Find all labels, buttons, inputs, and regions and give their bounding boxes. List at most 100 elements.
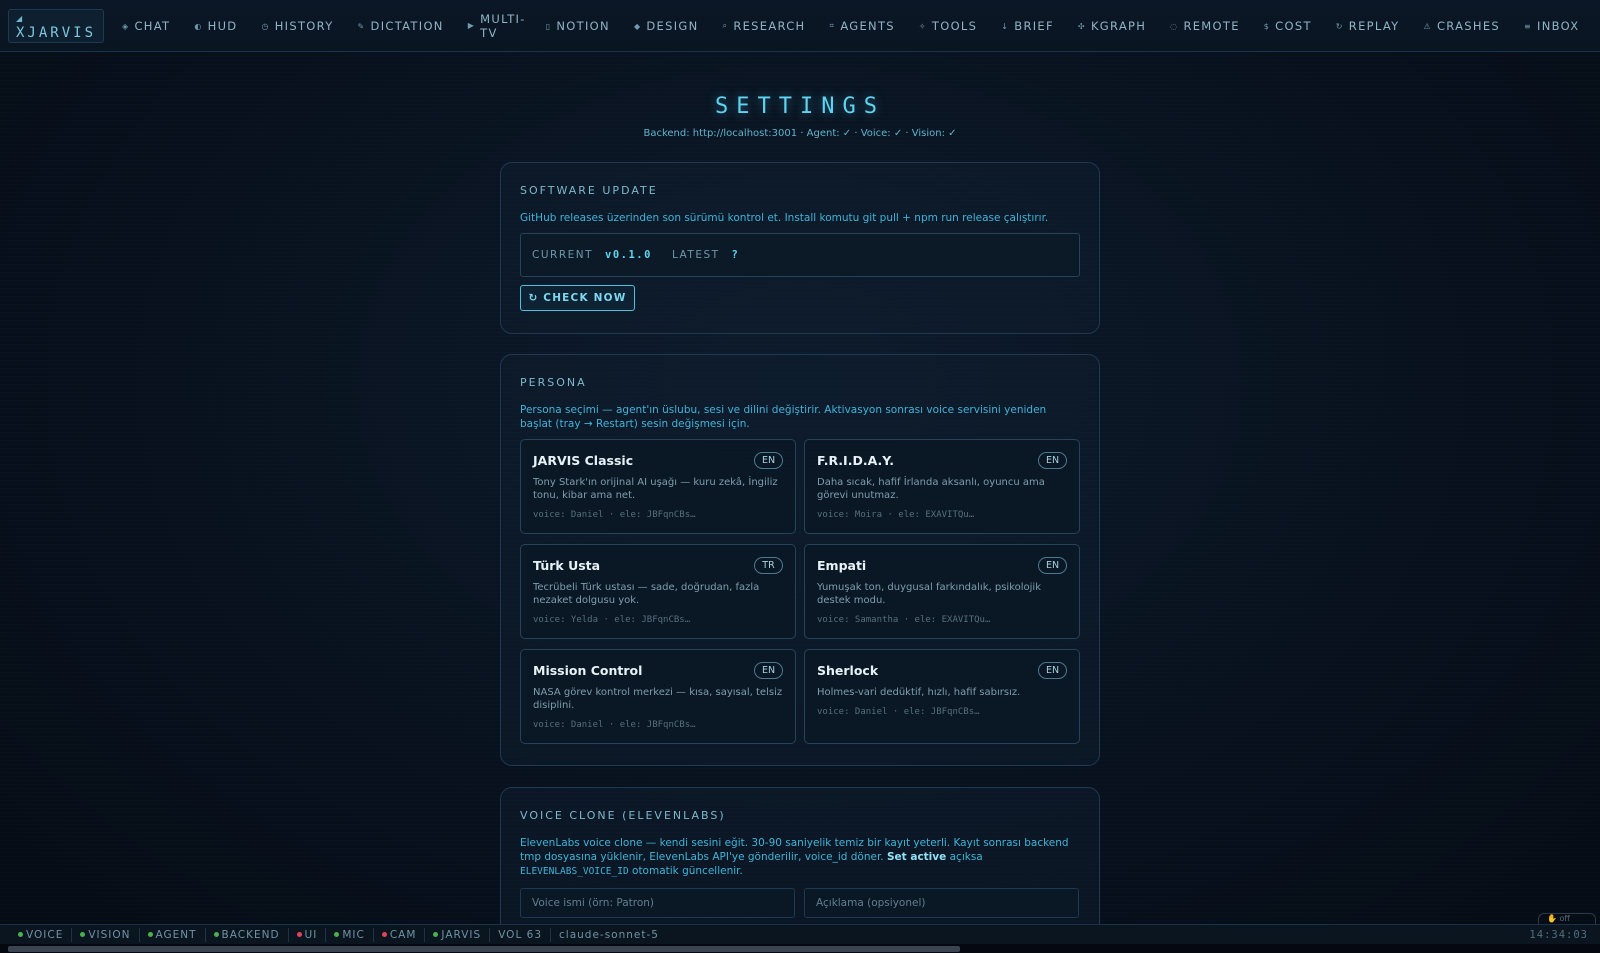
nav-tab-brief[interactable]: ↓ BRIEF: [1001, 19, 1054, 33]
nav-tab-design[interactable]: ◆ DESIGN: [634, 19, 699, 33]
persona-card[interactable]: JARVIS Classic EN Tony Stark'ın orijinal A…: [520, 439, 796, 534]
nav-tab-agents[interactable]: ⌗ AGENTS: [830, 19, 895, 33]
nav-icon: ◆: [633, 21, 642, 31]
nav-tab-label: TOOLS: [931, 19, 978, 33]
nav-tab-inbox[interactable]: ≡ INBOX: [1524, 19, 1579, 33]
nav-tab-label: DESIGN: [646, 19, 699, 33]
nav-icon: ↓: [1001, 21, 1010, 31]
status-label: AGENT: [155, 928, 197, 941]
software-update-description: GitHub releases üzerinden son sürümü kon…: [520, 212, 1049, 224]
nav-tab-research[interactable]: ⌕ RESEARCH: [723, 19, 806, 33]
language-badge: EN: [1038, 557, 1067, 574]
voice-name-input[interactable]: [520, 888, 795, 918]
status-label: JARVIS: [441, 928, 482, 941]
persona-description: Tony Stark'ın orijinal AI uşağı — kuru z…: [533, 477, 778, 501]
nav-tab-label: REMOTE: [1183, 19, 1240, 33]
nav-tab-label: REPLAY: [1348, 19, 1400, 33]
persona-card[interactable]: Sherlock EN Holmes-vari dedüktif, hızlı, h…: [804, 649, 1080, 744]
nav-tab-crashes[interactable]: ⚠ CRASHES: [1423, 19, 1500, 33]
persona-name: F.R.I.D.A.Y.: [817, 453, 894, 468]
status-dot-icon: [18, 932, 23, 937]
status-bar: VOICE VISION AGENT BACKEND UI MIC CAM JARVIS VO…: [0, 924, 1600, 944]
scroll-track[interactable]: [0, 944, 1600, 953]
nav-tab-history[interactable]: ◷ HISTORY: [261, 19, 333, 33]
current-version-value: v0.1.0: [605, 249, 652, 261]
push-to-talk-toggle[interactable]: ✋ off: [1538, 913, 1596, 924]
persona-voice: voice: Samantha · ele: EXAVITQu…: [817, 615, 991, 625]
language-badge: EN: [1038, 662, 1067, 679]
nav-icon: ◷: [261, 21, 270, 31]
status-dot-icon: [80, 932, 86, 937]
status-jarvis[interactable]: JARVIS: [425, 927, 491, 942]
persona-card[interactable]: Empati EN Yumuşak ton, duygusal farkındalı…: [804, 544, 1080, 639]
nav-tab-remote[interactable]: ◌ REMOTE: [1170, 19, 1240, 33]
volume-indicator[interactable]: VOL 63: [490, 927, 551, 942]
nav-tab-label: AGENTS: [840, 19, 895, 33]
status-mic[interactable]: MIC: [326, 927, 374, 942]
status-dot-icon: [213, 932, 219, 937]
voice-description-input[interactable]: [804, 888, 1079, 918]
voice-clone-desc-text: ElevenLabs voice clone — kendi sesini eğ…: [520, 837, 1069, 863]
persona-title: PERSONA: [520, 376, 587, 389]
voice-clone-desc-text-2: açıksa: [949, 851, 983, 863]
persona-card[interactable]: F.R.I.D.A.Y. EN Daha sıcak, hafif İrlanda …: [804, 439, 1080, 534]
check-now-button[interactable]: ↻ CHECK NOW: [520, 285, 635, 311]
status-label: MIC: [342, 928, 365, 941]
status-voice[interactable]: VOICE: [10, 927, 73, 942]
persona-description: Holmes-vari dedüktif, hızlı, hafif sabır…: [817, 687, 1021, 698]
nav-tab-tools[interactable]: ✧ TOOLS: [919, 19, 977, 33]
persona-description: Daha sıcak, hafif İrlanda aksanlı, oyunc…: [817, 477, 1045, 501]
nav-icon: ✣: [1077, 21, 1086, 31]
page-title: SETTINGS: [715, 94, 885, 119]
nav-icon: ✎: [357, 21, 366, 31]
nav-tab-cost[interactable]: $ COST: [1264, 19, 1312, 33]
nav-tab-multi-tv[interactable]: ▶ MULTI-TV: [468, 12, 526, 40]
status-dot-icon: [381, 932, 387, 937]
status-label: CAM: [389, 928, 417, 941]
nav-tab-kgraph[interactable]: ✣ KGRAPH: [1078, 19, 1146, 33]
nav-tab-notion[interactable]: ▯ NOTION: [546, 19, 610, 33]
persona-voice: voice: Yelda · ele: JBFqnCBs…: [533, 615, 691, 625]
set-active-highlight: Set active: [887, 851, 947, 863]
status-dot-icon: [147, 932, 153, 937]
nav-tab-dictation[interactable]: ✎ DICTATION: [358, 19, 444, 33]
status-label: VISION: [88, 928, 131, 941]
status-backend[interactable]: BACKEND: [206, 927, 289, 942]
status-ui[interactable]: UI: [289, 927, 327, 942]
model-indicator[interactable]: claude-sonnet-5: [551, 928, 667, 942]
nav-tab-label: HUD: [207, 19, 238, 33]
language-badge: EN: [754, 452, 783, 469]
logo-text: XJARVIS: [16, 25, 97, 41]
persona-description: Tecrübeli Türk ustası — sade, doğrudan, …: [533, 582, 760, 606]
status-vision[interactable]: VISION: [72, 927, 140, 942]
status-agent[interactable]: AGENT: [140, 927, 206, 942]
app-logo[interactable]: ◢ XJARVIS: [8, 9, 104, 43]
status-cam[interactable]: CAM: [374, 927, 426, 942]
voice-clone-panel: VOICE CLONE (ELEVENLABS) ElevenLabs voic…: [500, 787, 1100, 947]
nav-tab-label: MULTI-TV: [480, 12, 526, 40]
nav-tab-label: HISTORY: [274, 19, 334, 33]
nav-icon: $: [1263, 21, 1271, 31]
language-badge: EN: [1038, 452, 1067, 469]
persona-card[interactable]: Türk Usta TR Tecrübeli Türk ustası — sade,…: [520, 544, 796, 639]
env-var-code: ELEVENLABS_VOICE_ID: [520, 866, 629, 877]
nav-tab-chat[interactable]: ◈ CHAT: [122, 19, 170, 33]
nav-icon: ◈: [122, 21, 130, 31]
nav-tab-label: COST: [1275, 19, 1312, 33]
status-label: UI: [304, 928, 318, 941]
status-dot-icon: [334, 932, 340, 937]
status-indicators: VOICE VISION AGENT BACKEND UI MIC CAM JARVIS: [10, 927, 491, 942]
nav-tab-label: CRASHES: [1436, 19, 1500, 33]
nav-tab-label: KGRAPH: [1090, 19, 1147, 33]
nav-tab-hud[interactable]: ◐ HUD: [194, 19, 237, 33]
logo-mark-icon: ◢: [16, 14, 23, 23]
persona-name: Empati: [817, 558, 867, 573]
scroll-thumb[interactable]: [8, 946, 960, 952]
persona-description: Yumuşak ton, duygusal farkındalık, psiko…: [817, 582, 1041, 606]
nav-icon: ◌: [1170, 21, 1179, 31]
nav-tab-replay[interactable]: ↻ REPLAY: [1336, 19, 1400, 33]
persona-description: NASA görev kontrol merkezi — kısa, sayıs…: [533, 687, 783, 711]
persona-card[interactable]: Mission Control EN NASA görev kontrol merk…: [520, 649, 796, 744]
nav-icon: ↻: [1335, 21, 1344, 31]
version-box: CURRENT v0.1.0 LATEST ?: [520, 233, 1080, 277]
